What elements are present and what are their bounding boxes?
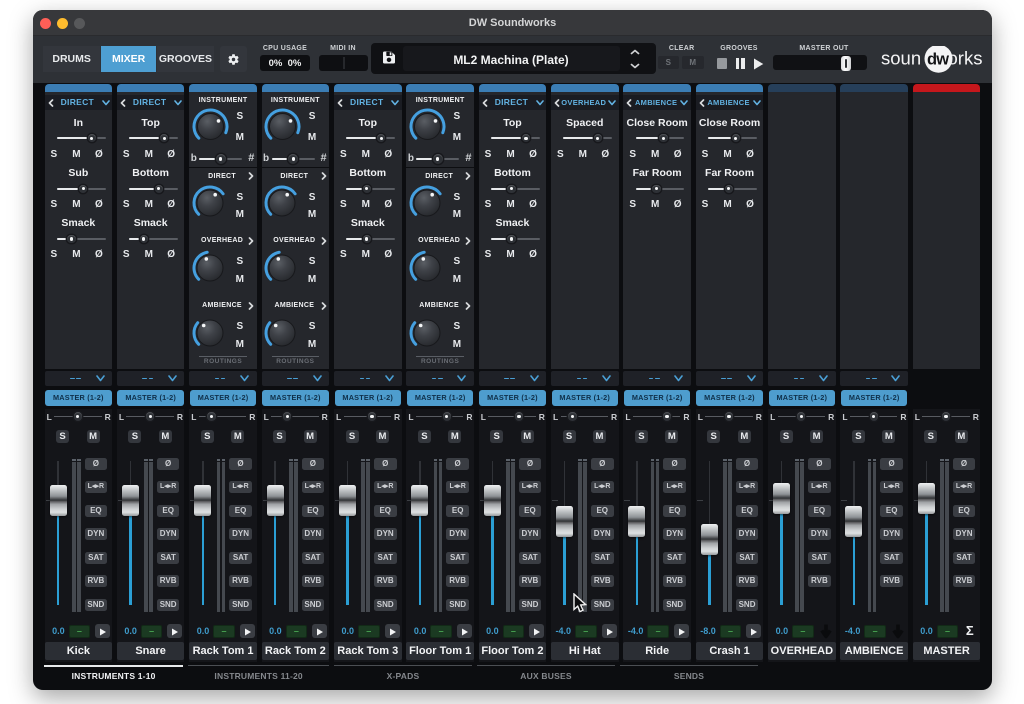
svg-text:orks: orks	[948, 48, 983, 69]
svg-text:dw: dw	[927, 51, 949, 69]
svg-text:soun: soun	[881, 48, 921, 69]
